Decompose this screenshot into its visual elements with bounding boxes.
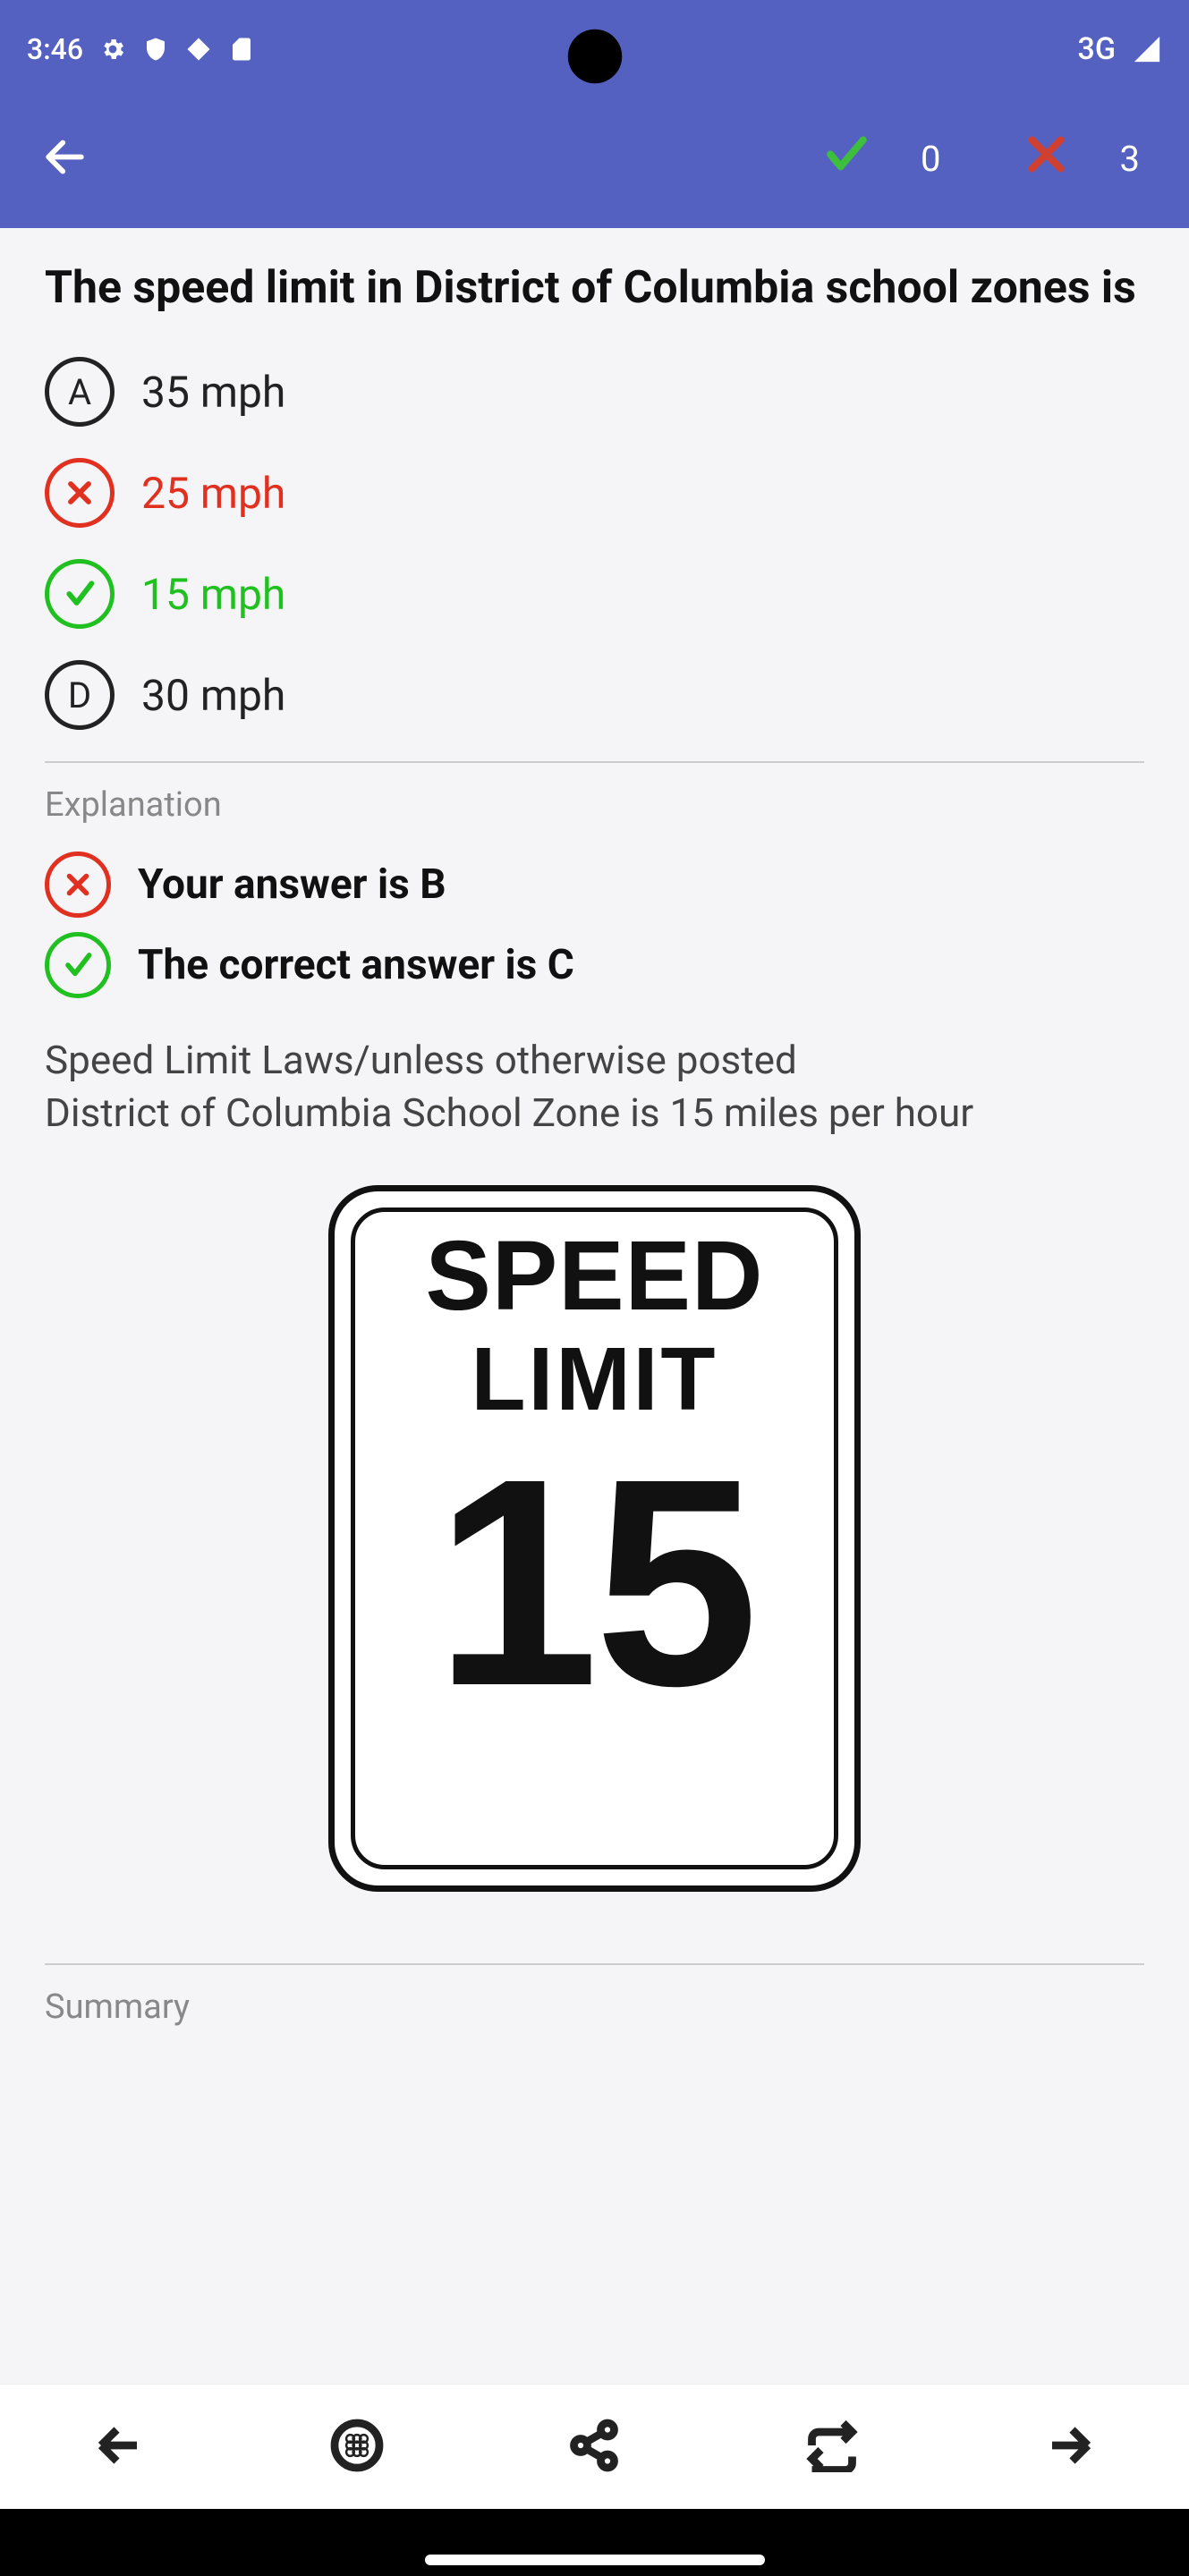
option-d-text: 30 mph — [141, 670, 285, 721]
your-answer-line: Your answer is B — [45, 852, 1144, 918]
app-bar: 0 3 — [0, 98, 1189, 228]
question-text: The speed limit in District of Columbia … — [45, 259, 1144, 317]
nav-grid-button[interactable] — [312, 2401, 402, 2494]
check-icon — [822, 130, 871, 188]
signal-icon — [1132, 34, 1162, 64]
content-area[interactable]: The speed limit in District of Columbia … — [0, 228, 1189, 2384]
status-time: 3:46 — [27, 32, 83, 66]
option-a-text: 35 mph — [141, 367, 285, 418]
sign-line1: SPEED — [426, 1227, 764, 1326]
sd-card-icon — [228, 36, 255, 63]
x-icon — [1022, 130, 1071, 188]
sign-number: 15 — [435, 1442, 754, 1723]
divider — [45, 761, 1144, 763]
option-c[interactable]: 15 mph — [45, 559, 1144, 629]
score-counter: 0 3 — [822, 130, 1140, 188]
option-b-text: 25 mph — [141, 468, 285, 519]
bottom-nav — [0, 2384, 1189, 2509]
status-bar: 3:46 3G — [0, 0, 1189, 98]
status-right-cluster: 3G — [1078, 31, 1162, 67]
option-d[interactable]: D 30 mph — [45, 660, 1144, 730]
option-a-marker: A — [45, 357, 115, 427]
back-button[interactable] — [22, 114, 107, 203]
divider — [45, 1963, 1144, 1965]
camera-notch-icon — [565, 27, 624, 93]
nav-prev-button[interactable] — [74, 2401, 164, 2494]
cross-circle-icon — [45, 852, 111, 918]
settings-gear-icon — [99, 36, 126, 63]
option-d-marker: D — [45, 660, 115, 730]
sign-image: SPEED LIMIT 15 — [45, 1185, 1144, 1892]
correct-count: 0 — [921, 138, 940, 180]
check-circle-icon — [45, 559, 115, 629]
option-b[interactable]: 25 mph — [45, 458, 1144, 528]
shield-icon — [142, 36, 169, 63]
android-home-pill[interactable] — [425, 2555, 765, 2565]
summary-label: Summary — [45, 1987, 1144, 2027]
wrong-count: 3 — [1120, 138, 1140, 180]
explanation-label: Explanation — [45, 785, 1144, 825]
option-a[interactable]: A 35 mph — [45, 357, 1144, 427]
nav-share-button[interactable] — [549, 2401, 639, 2494]
status-left-cluster: 3:46 — [27, 32, 255, 66]
correct-answer-text: The correct answer is C — [138, 941, 574, 989]
letter-d-icon: D — [45, 660, 115, 730]
sign-line2: LIMIT — [471, 1335, 718, 1424]
correct-answer-line: The correct answer is C — [45, 932, 1144, 998]
network-type: 3G — [1078, 31, 1116, 67]
letter-a-icon: A — [45, 357, 115, 427]
explanation-body: Speed Limit Laws/unless otherwise posted… — [45, 1034, 1144, 1140]
cross-circle-icon — [45, 458, 115, 528]
your-answer-text: Your answer is B — [138, 860, 446, 909]
option-c-text: 15 mph — [141, 569, 285, 620]
nav-next-button[interactable] — [1025, 2401, 1115, 2494]
check-circle-icon — [45, 932, 111, 998]
option-c-marker — [45, 559, 115, 629]
option-b-marker — [45, 458, 115, 528]
nav-repeat-button[interactable] — [787, 2401, 877, 2494]
diamond-icon — [185, 36, 212, 63]
